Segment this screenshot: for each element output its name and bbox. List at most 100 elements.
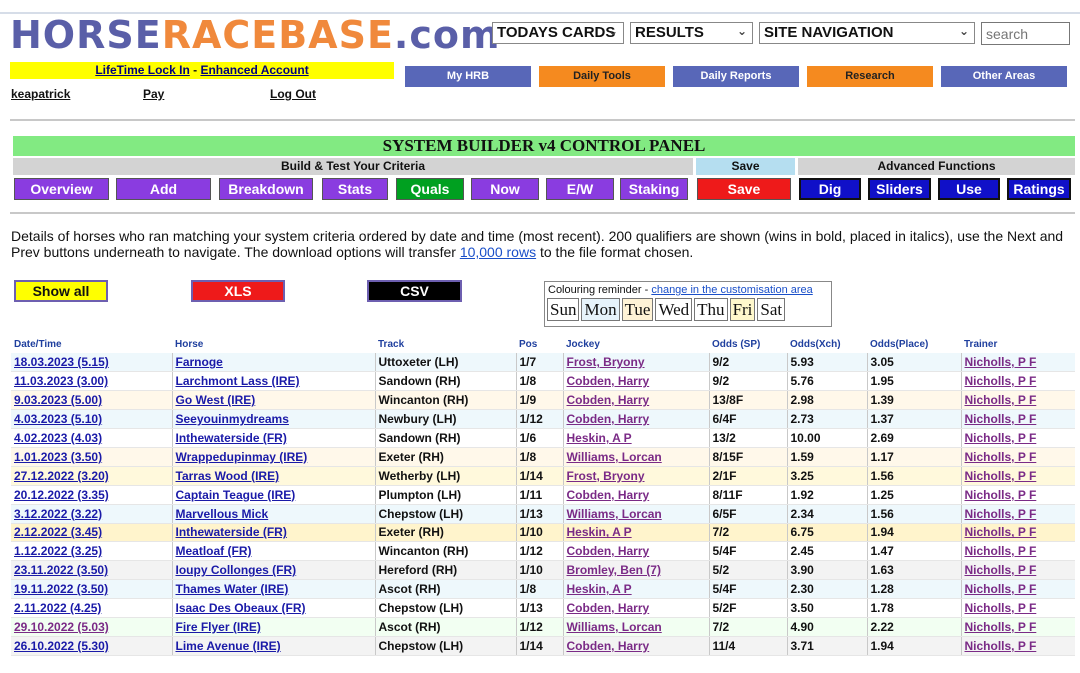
date-link[interactable]: 1.01.2023 (3.50) [14,450,102,464]
jockey-link[interactable]: Frost, Bryony [567,469,645,483]
jockey-link[interactable]: Heskin, A P [567,582,632,596]
lifetime-lock-in-link[interactable]: LifeTime Lock In [95,63,189,77]
jockey-link[interactable]: Cobden, Harry [567,544,650,558]
horse-link[interactable]: Captain Teague (IRE) [176,488,296,502]
date-link[interactable]: 19.11.2022 (3.50) [14,582,108,596]
column-header-odds-xch[interactable]: Odds(Xch) [787,336,867,353]
horse-link[interactable]: Tarras Wood (IRE) [176,469,280,483]
jockey-link[interactable]: Heskin, A P [567,431,632,445]
column-header-date-time[interactable]: Date/Time [11,336,172,353]
overview-button[interactable]: Overview [14,178,109,200]
trainer-link[interactable]: Nicholls, P F [965,507,1037,521]
date-link[interactable]: 4.03.2023 (5.10) [14,412,102,426]
date-link[interactable]: 26.10.2022 (5.30) [14,639,109,653]
column-header-trainer[interactable]: Trainer [961,336,1075,353]
horse-link[interactable]: Inthewaterside (FR) [176,431,287,445]
horse-link[interactable]: Ioupy Collonges (FR) [176,563,297,577]
jockey-link[interactable]: Cobden, Harry [567,601,650,615]
trainer-link[interactable]: Nicholls, P F [965,450,1037,464]
csv-download-button[interactable]: CSV [367,280,462,302]
nav-daily-reports[interactable]: Daily Reports [673,66,799,87]
date-link[interactable]: 11.03.2023 (3.00) [14,374,108,388]
staking-button[interactable]: Staking [620,178,688,200]
username-link[interactable]: keapatrick [11,87,70,101]
customisation-link[interactable]: change in the customisation area [651,284,812,296]
column-header-jockey[interactable]: Jockey [563,336,709,353]
sliders-button[interactable]: Sliders [868,178,931,200]
results-select[interactable]: RESULTS ⌄ [630,22,753,44]
trainer-link[interactable]: Nicholls, P F [965,544,1037,558]
jockey-link[interactable]: Cobden, Harry [567,412,650,426]
jockey-link[interactable]: Williams, Lorcan [567,620,662,634]
date-link[interactable]: 4.02.2023 (4.03) [14,431,102,445]
horse-link[interactable]: Farnoge [176,355,223,369]
jockey-link[interactable]: Heskin, A P [567,525,632,539]
jockey-link[interactable]: Frost, Bryony [567,355,645,369]
trainer-link[interactable]: Nicholls, P F [965,601,1037,615]
jockey-link[interactable]: Cobden, Harry [567,374,650,388]
column-header-odds-sp[interactable]: Odds (SP) [709,336,787,353]
trainer-link[interactable]: Nicholls, P F [965,431,1037,445]
date-link[interactable]: 18.03.2023 (5.15) [14,355,109,369]
pay-link[interactable]: Pay [143,87,164,101]
trainer-link[interactable]: Nicholls, P F [965,393,1037,407]
column-header-horse[interactable]: Horse [172,336,375,353]
site-logo[interactable]: HORSERACEBASE.com [10,14,501,56]
column-header-odds-place[interactable]: Odds(Place) [867,336,961,353]
trainer-link[interactable]: Nicholls, P F [965,488,1037,502]
logout-link[interactable]: Log Out [270,87,316,101]
trainer-link[interactable]: Nicholls, P F [965,525,1037,539]
date-link[interactable]: 27.12.2022 (3.20) [14,469,109,483]
stats-button[interactable]: Stats [322,178,388,200]
horse-link[interactable]: Inthewaterside (FR) [176,525,287,539]
horse-link[interactable]: Fire Flyer (IRE) [176,620,261,634]
date-link[interactable]: 9.03.2023 (5.00) [14,393,102,407]
nav-other-areas[interactable]: Other Areas [941,66,1067,87]
jockey-link[interactable]: Cobden, Harry [567,488,650,502]
horse-link[interactable]: Go West (IRE) [176,393,256,407]
trainer-link[interactable]: Nicholls, P F [965,620,1037,634]
add-button[interactable]: Add [116,178,211,200]
horse-link[interactable]: Marvellous Mick [176,507,269,521]
horse-link[interactable]: Wrappedupinmay (IRE) [176,450,308,464]
todays-cards-select[interactable]: TODAYS CARDS ⌄ [492,22,624,44]
search-input[interactable] [981,22,1070,45]
now-button[interactable]: Now [471,178,539,200]
save-button[interactable]: Save [697,178,791,200]
xls-download-button[interactable]: XLS [191,280,285,302]
jockey-link[interactable]: Williams, Lorcan [567,507,662,521]
quals-button[interactable]: Quals [396,178,464,200]
nav-my-hrb[interactable]: My HRB [405,66,531,87]
horse-link[interactable]: Lime Avenue (IRE) [176,639,281,653]
horse-link[interactable]: Larchmont Lass (IRE) [176,374,300,388]
dig-button[interactable]: Dig [799,178,861,200]
jockey-link[interactable]: Williams, Lorcan [567,450,662,464]
date-link[interactable]: 29.10.2022 (5.03) [14,620,109,634]
date-link[interactable]: 23.11.2022 (3.50) [14,563,108,577]
nav-daily-tools[interactable]: Daily Tools [539,66,665,87]
horse-link[interactable]: Thames Water (IRE) [176,582,289,596]
trainer-link[interactable]: Nicholls, P F [965,582,1037,596]
trainer-link[interactable]: Nicholls, P F [965,412,1037,426]
jockey-link[interactable]: Cobden, Harry [567,393,650,407]
horse-link[interactable]: Isaac Des Obeaux (FR) [176,601,306,615]
enhanced-account-link[interactable]: Enhanced Account [200,63,308,77]
trainer-link[interactable]: Nicholls, P F [965,639,1037,653]
use-button[interactable]: Use [938,178,1000,200]
show-all-button[interactable]: Show all [14,280,108,302]
trainer-link[interactable]: Nicholls, P F [965,374,1037,388]
date-link[interactable]: 1.12.2022 (3.25) [14,544,102,558]
date-link[interactable]: 20.12.2022 (3.35) [14,488,109,502]
trainer-link[interactable]: Nicholls, P F [965,563,1037,577]
trainer-link[interactable]: Nicholls, P F [965,355,1037,369]
rows-download-link[interactable]: 10,000 rows [460,244,536,260]
trainer-link[interactable]: Nicholls, P F [965,469,1037,483]
breakdown-button[interactable]: Breakdown [219,178,313,200]
jockey-link[interactable]: Bromley, Ben (7) [567,563,661,577]
date-link[interactable]: 2.12.2022 (3.45) [14,525,102,539]
site-navigation-select[interactable]: SITE NAVIGATION ⌄ [759,22,975,44]
nav-research[interactable]: Research [807,66,933,87]
jockey-link[interactable]: Cobden, Harry [567,639,650,653]
each-way-button[interactable]: E/W [546,178,614,200]
horse-link[interactable]: Seeyouinmydreams [176,412,289,426]
